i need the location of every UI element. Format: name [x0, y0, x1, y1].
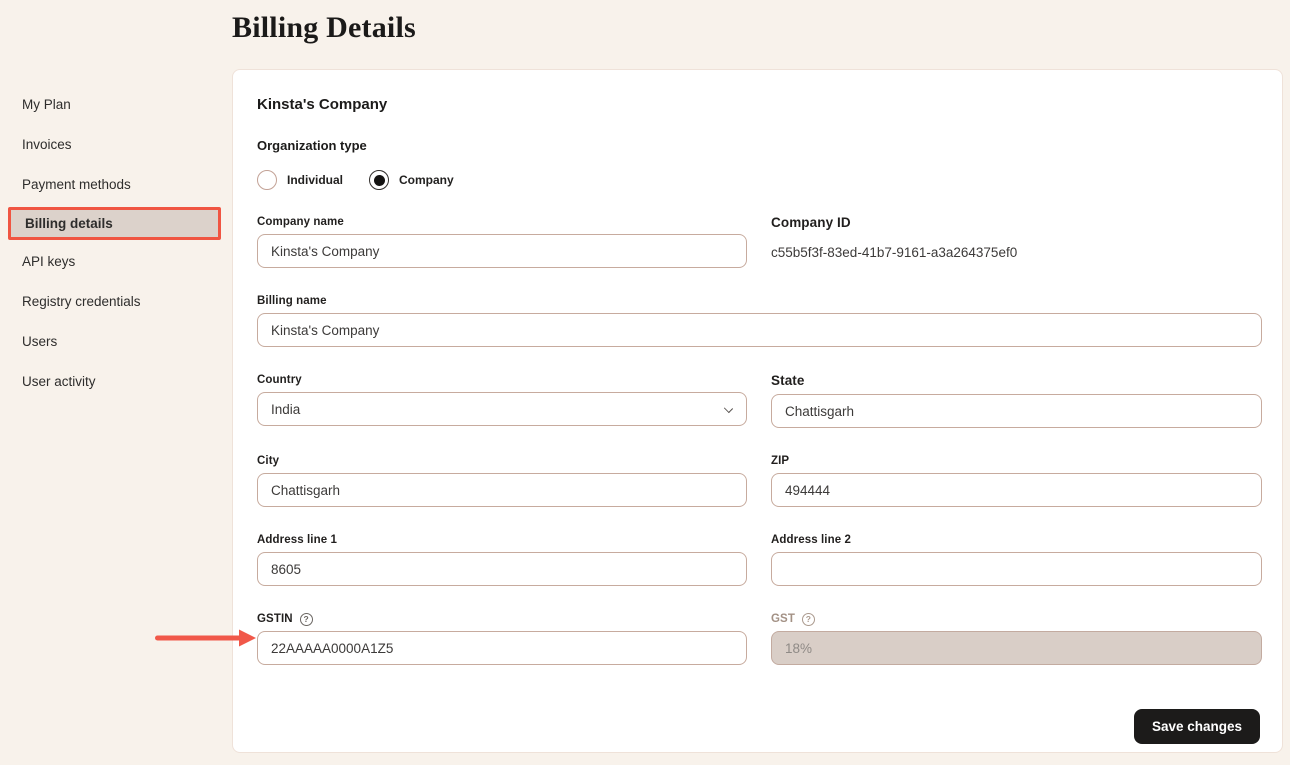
sidebar-item-my-plan[interactable]: My Plan	[0, 85, 232, 125]
billing-name-label: Billing name	[257, 294, 1262, 308]
gst-label-text: GST	[771, 612, 795, 626]
city-input[interactable]	[257, 473, 747, 507]
radio-individual-label: Individual	[287, 173, 343, 187]
company-id-label: Company ID	[771, 215, 1262, 231]
zip-field-group: ZIP	[771, 454, 1262, 507]
radio-individual[interactable]: Individual	[257, 170, 343, 190]
radio-company[interactable]: Company	[369, 170, 454, 190]
country-field-group: Country India	[257, 373, 747, 428]
gstin-label-text: GSTIN	[257, 612, 293, 626]
page-title: Billing Details	[232, 11, 416, 45]
organization-type-group: Individual Company	[257, 170, 1260, 190]
country-select-value: India	[271, 402, 300, 417]
gstin-input[interactable]	[257, 631, 747, 665]
city-label: City	[257, 454, 747, 468]
card-footer: Save changes	[257, 709, 1260, 744]
sidebar-item-payment-methods[interactable]: Payment methods	[0, 165, 232, 205]
organization-type-label: Organization type	[257, 138, 1260, 154]
help-icon[interactable]: ?	[802, 613, 815, 626]
state-label: State	[771, 373, 1262, 389]
save-changes-button[interactable]: Save changes	[1134, 709, 1260, 744]
gstin-label: GSTIN ?	[257, 612, 747, 626]
company-name-input[interactable]	[257, 234, 747, 268]
radio-selected-icon	[369, 170, 389, 190]
address-line-1-label: Address line 1	[257, 533, 747, 547]
gst-input	[771, 631, 1262, 665]
sidebar-item-api-keys[interactable]: API keys	[0, 242, 232, 282]
company-heading: Kinsta's Company	[257, 96, 1260, 114]
state-input[interactable]	[771, 394, 1262, 428]
company-name-label: Company name	[257, 215, 747, 229]
gstin-field-group: GSTIN ?	[257, 612, 747, 665]
radio-unselected-icon	[257, 170, 277, 190]
billing-name-field-group: Billing name	[257, 294, 1262, 347]
address-line-1-field-group: Address line 1	[257, 533, 747, 586]
billing-name-input[interactable]	[257, 313, 1262, 347]
address-line-2-input[interactable]	[771, 552, 1262, 586]
sidebar-item-billing-details[interactable]: Billing details	[8, 207, 221, 240]
country-select[interactable]: India	[257, 392, 747, 426]
gst-label: GST ?	[771, 612, 1262, 626]
city-field-group: City	[257, 454, 747, 507]
help-icon[interactable]: ?	[300, 613, 313, 626]
country-label: Country	[257, 373, 747, 387]
company-name-field-group: Company name	[257, 215, 747, 268]
company-id-value: c55b5f3f-83ed-41b7-9161-a3a264375ef0	[771, 245, 1262, 261]
state-field-group: State	[771, 373, 1262, 428]
settings-sidebar: My Plan Invoices Payment methods Billing…	[0, 85, 232, 402]
sidebar-item-registry-credentials[interactable]: Registry credentials	[0, 282, 232, 322]
zip-input[interactable]	[771, 473, 1262, 507]
company-id-field-group: Company ID c55b5f3f-83ed-41b7-9161-a3a26…	[771, 215, 1262, 268]
chevron-down-icon	[724, 404, 733, 413]
sidebar-item-user-activity[interactable]: User activity	[0, 362, 232, 402]
sidebar-item-invoices[interactable]: Invoices	[0, 125, 232, 165]
radio-company-label: Company	[399, 173, 454, 187]
billing-details-card: Kinsta's Company Organization type Indiv…	[232, 69, 1283, 753]
address-line-1-input[interactable]	[257, 552, 747, 586]
arrow-right-icon	[153, 629, 257, 647]
sidebar-item-users[interactable]: Users	[0, 322, 232, 362]
zip-label: ZIP	[771, 454, 1262, 468]
address-line-2-label: Address line 2	[771, 533, 1262, 547]
gst-field-group: GST ?	[771, 612, 1262, 665]
address-line-2-field-group: Address line 2	[771, 533, 1262, 586]
